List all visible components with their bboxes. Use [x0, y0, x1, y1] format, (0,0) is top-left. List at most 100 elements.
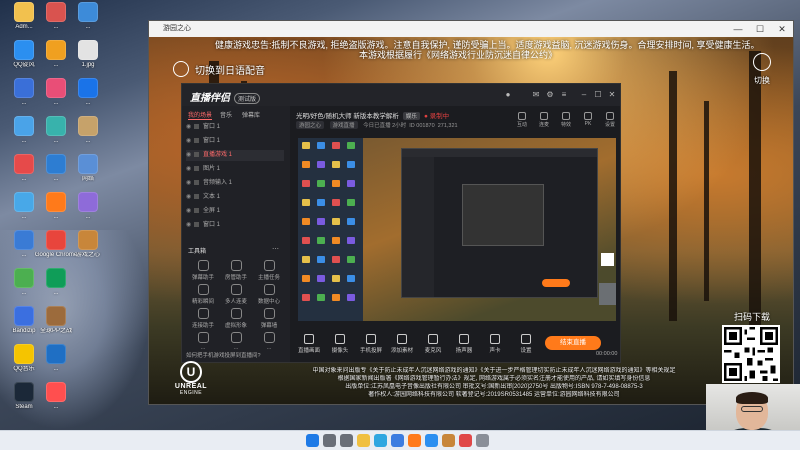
scene-item[interactable]: ◉ 图片 1 [186, 164, 284, 175]
bottom-tool-button[interactable]: 扬声器 [449, 334, 479, 354]
tool-button[interactable]: 房管助手 [221, 260, 251, 281]
chrome-icon [46, 230, 66, 250]
tool-button[interactable]: 数据中心 [254, 284, 284, 305]
tool-button[interactable]: 主播任务 [254, 260, 284, 281]
scene-item[interactable]: ◉ 窗口 1 [186, 136, 284, 147]
scene-item[interactable]: ◉ 窗口 1 [186, 220, 284, 231]
close-button[interactable]: ✕ [606, 89, 618, 101]
store-icon[interactable] [391, 434, 404, 447]
tab-music[interactable]: 音乐 [220, 110, 232, 119]
tag[interactable]: 游戏直播 [329, 121, 358, 129]
tool-button[interactable]: 弹幕墙 [254, 308, 284, 329]
tool-button[interactable]: 连接助手 [188, 308, 218, 329]
tool-button[interactable]: 虚拟形象 [221, 308, 251, 329]
desktop-icon[interactable]: 游戏之心 [66, 230, 110, 270]
bottom-tool-button[interactable]: 添加素材 [387, 334, 417, 354]
scene-item[interactable]: ◉ 全屏 1 [186, 206, 284, 217]
action-button[interactable]: 设置 [600, 112, 620, 128]
qq-icon[interactable] [425, 434, 438, 447]
explorer-icon[interactable] [357, 434, 370, 447]
steam-icon [14, 382, 34, 402]
minimize-button[interactable]: — [727, 21, 749, 37]
search-icon[interactable] [323, 434, 336, 447]
legal-line: 根据国家新闻出版署《网络游戏管理暂行办法》规定, 网络游戏属于必须实名注册才能使… [337, 376, 651, 382]
tool-button[interactable]: ... [221, 332, 251, 351]
close-button[interactable]: ✕ [771, 21, 793, 37]
desktop-icon[interactable]: ... [66, 192, 110, 232]
bottom-tool-button[interactable]: 直播画面 [294, 334, 324, 354]
scene-item[interactable]: ◉ 文本 1 [186, 192, 284, 203]
preview-desktop-icon [317, 142, 325, 149]
tool-button[interactable]: ... [188, 332, 218, 351]
image-icon [78, 40, 98, 60]
desktop-icon[interactable]: ... [34, 344, 78, 384]
minimize-button[interactable]: – [578, 89, 590, 101]
preview-desktop [298, 138, 363, 321]
scene-item[interactable]: ◉ 直播游戏 1 [186, 150, 284, 161]
settings-icon [521, 334, 531, 344]
eye-icon[interactable]: ◉ [186, 206, 194, 217]
maximize-button[interactable]: ☐ [592, 89, 604, 101]
eye-icon[interactable]: ◉ [186, 122, 194, 133]
folder-icon [14, 2, 34, 22]
game-window[interactable]: 游园之心 — ☐ ✕ 健康游戏忠告:抵制不良游戏, 拒绝盗版游戏。注意自我保护,… [148, 20, 794, 405]
end-live-button[interactable]: 结束直播 [545, 336, 601, 350]
maximize-button[interactable]: ☐ [749, 21, 771, 37]
eye-icon[interactable]: ◉ [186, 192, 194, 203]
source-icon [194, 221, 199, 227]
bottom-tool-button[interactable]: 设置 [511, 334, 541, 354]
task-view-icon[interactable] [340, 434, 353, 447]
desktop-icon[interactable]: 网络 [66, 154, 110, 194]
stream-app-icon[interactable] [408, 434, 421, 447]
eye-icon[interactable]: ◉ [186, 164, 194, 175]
bottom-tool-button[interactable]: 摄像头 [325, 334, 355, 354]
action-button[interactable]: 互动 [512, 112, 532, 128]
tool-button[interactable]: 弹幕助手 [188, 260, 218, 281]
tool-button[interactable]: 精彩瞬间 [188, 284, 218, 305]
eye-icon[interactable]: ◉ [186, 136, 194, 147]
desktop-icon[interactable]: ... [66, 78, 110, 118]
scene-item[interactable]: ◉ 音频输入 1 [186, 178, 284, 189]
stream-preview[interactable] [298, 138, 616, 321]
desktop-icon[interactable]: ... [34, 268, 78, 308]
app-icon[interactable] [459, 434, 472, 447]
message-icon[interactable]: ✉ [530, 89, 542, 101]
avatar-icon [230, 308, 242, 319]
desktop-icon[interactable]: ... [34, 382, 78, 422]
stream-title[interactable]: 光明/好色/随机大师 新版本教学解析 娱乐 ● 录制中 [296, 110, 449, 120]
start-icon[interactable] [306, 434, 319, 447]
menu-icon[interactable]: ≡ [558, 89, 570, 101]
unreal-engine-logo: U UNREAL ENGINE [171, 361, 211, 396]
tab-scenes[interactable]: 我的场景 [188, 110, 213, 120]
tab-danmaku[interactable]: 弹幕库 [242, 110, 260, 119]
action-button[interactable]: 特效 [556, 112, 576, 128]
tool-button[interactable]: 多人连麦 [221, 284, 251, 305]
stream-companion-window[interactable]: 直播伴侣 测试版 ● ✉ ⚙ ≡ – ☐ ✕ 我的场景 音乐 弹幕库 ◉ 窗口 1 ◉… [181, 83, 621, 363]
tag[interactable]: 游园之心 [296, 121, 325, 129]
switch-dub-button[interactable]: 切换到日语配音 [173, 59, 265, 79]
bottom-tool-button[interactable]: 手机投屏 [356, 334, 386, 354]
mic-icon [428, 334, 438, 344]
avatar[interactable]: ● [502, 89, 514, 101]
settings-icon[interactable]: ⚙ [544, 89, 556, 101]
action-button[interactable]: 连麦 [534, 112, 554, 128]
tool-button[interactable]: ... [254, 332, 284, 351]
eye-icon[interactable]: ◉ [186, 220, 194, 231]
bottom-tool-button[interactable]: 麦克风 [418, 334, 448, 354]
link-icon [197, 308, 209, 319]
edge-icon[interactable] [374, 434, 387, 447]
eye-icon[interactable]: ◉ [186, 150, 194, 161]
desktop-icon[interactable]: ... [66, 2, 110, 42]
desktop-icon[interactable]: 1.jpg [66, 40, 110, 80]
help-tip-link[interactable]: 如何把手机游戏投屏到直播间? [186, 351, 282, 361]
more-icon[interactable]: ⋯ [272, 245, 279, 253]
game-icon[interactable] [442, 434, 455, 447]
desktop-icon[interactable]: ... [66, 116, 110, 156]
app-icon[interactable] [476, 434, 489, 447]
desktop-icon[interactable]: 全球PP之战 [34, 306, 78, 346]
bottom-tool-button[interactable]: 声卡 [480, 334, 510, 354]
scene-item[interactable]: ◉ 窗口 1 [186, 122, 284, 133]
eye-icon[interactable]: ◉ [186, 178, 194, 189]
switch-account-button[interactable]: 切换 [745, 53, 779, 86]
action-button[interactable]: PK [578, 112, 598, 127]
